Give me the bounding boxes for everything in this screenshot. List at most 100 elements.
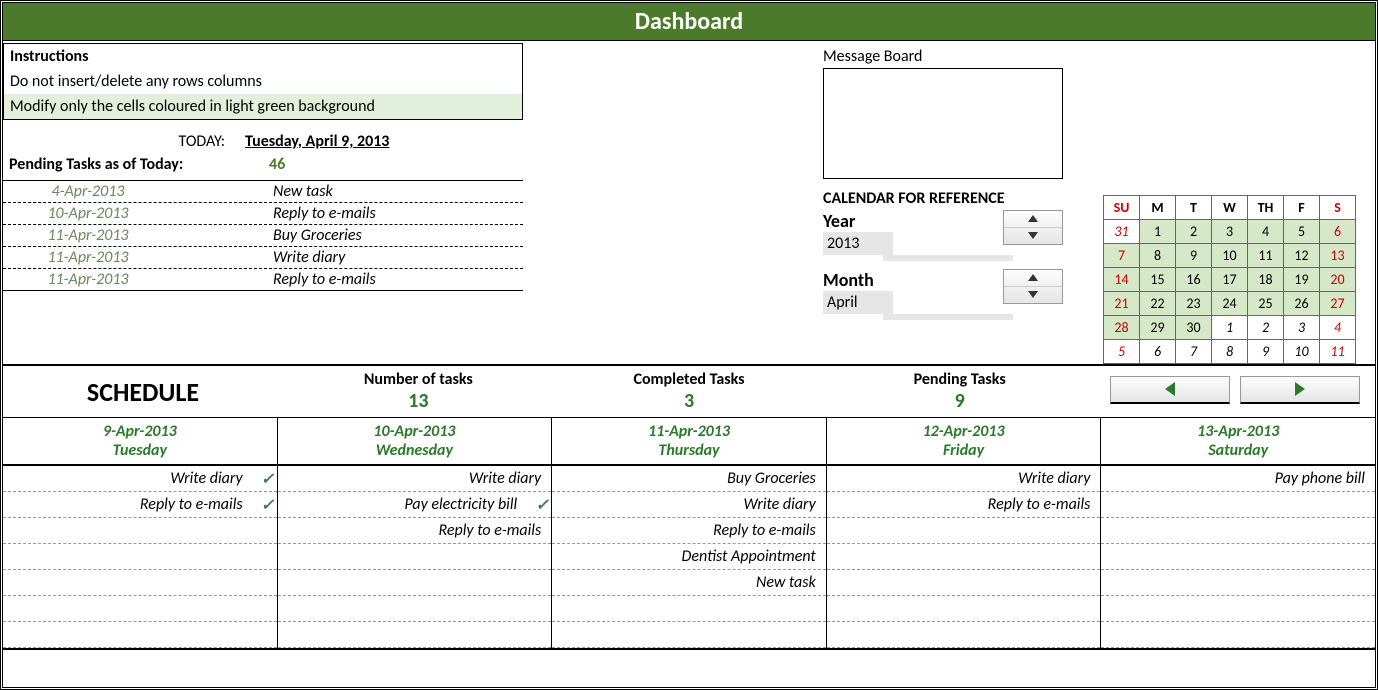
schedule-task-slot[interactable]: [1101, 544, 1375, 570]
calendar-day-cell[interactable]: 30: [1176, 316, 1212, 340]
calendar-dow-header: S: [1320, 196, 1356, 220]
schedule-prev-button[interactable]: [1110, 376, 1230, 404]
calendar-day-cell[interactable]: 29: [1140, 316, 1176, 340]
schedule-task-slot[interactable]: [827, 596, 1101, 622]
calendar-day-cell[interactable]: 5: [1104, 340, 1140, 364]
schedule-task-slot[interactable]: [3, 518, 277, 544]
calendar-day-cell[interactable]: 27: [1320, 292, 1356, 316]
schedule-task-slot[interactable]: Pay electricity bill✓: [278, 492, 552, 518]
schedule-task-slot[interactable]: [827, 622, 1101, 648]
schedule-task-slot[interactable]: Reply to e-mails: [552, 518, 826, 544]
calendar-day-cell[interactable]: 21: [1104, 292, 1140, 316]
schedule-task-slot[interactable]: Dentist Appointment: [552, 544, 826, 570]
calendar-day-cell[interactable]: 9: [1248, 340, 1284, 364]
pending-task-row: 11-Apr-2013Buy Groceries: [3, 225, 523, 247]
calendar-day-cell[interactable]: 9: [1176, 244, 1212, 268]
schedule-task-slot[interactable]: Buy Groceries: [552, 466, 826, 492]
schedule-task-slot[interactable]: [827, 518, 1101, 544]
schedule-task-slot[interactable]: [1101, 518, 1375, 544]
calendar-day-cell[interactable]: 17: [1212, 268, 1248, 292]
calendar-day-cell[interactable]: 10: [1212, 244, 1248, 268]
month-up-button[interactable]: [1004, 270, 1062, 287]
calendar-day-cell[interactable]: 22: [1140, 292, 1176, 316]
calendar-day-cell[interactable]: 23: [1176, 292, 1212, 316]
calendar-day-cell[interactable]: 20: [1320, 268, 1356, 292]
calendar-day-cell[interactable]: 8: [1140, 244, 1176, 268]
schedule-task-slot[interactable]: [3, 622, 277, 648]
month-spinner[interactable]: [1003, 269, 1063, 304]
calendar-day-cell[interactable]: 19: [1284, 268, 1320, 292]
schedule-task-slot[interactable]: [1101, 596, 1375, 622]
calendar-day-cell[interactable]: 2: [1248, 316, 1284, 340]
month-value[interactable]: April: [823, 291, 893, 314]
calendar-day-cell[interactable]: 13: [1320, 244, 1356, 268]
pending-task-row: 10-Apr-2013Reply to e-mails: [3, 203, 523, 225]
calendar-day-cell[interactable]: 2: [1176, 220, 1212, 244]
calendar-day-cell[interactable]: 7: [1104, 244, 1140, 268]
calendar-day-cell[interactable]: 6: [1140, 340, 1176, 364]
calendar-day-cell[interactable]: 8: [1212, 340, 1248, 364]
year-up-button[interactable]: [1004, 211, 1062, 228]
schedule-task-slot[interactable]: [552, 622, 826, 648]
schedule-task-slot[interactable]: [1101, 622, 1375, 648]
schedule-task-slot[interactable]: Pay phone bill: [1101, 466, 1375, 492]
task-date: 10-Apr-2013: [3, 204, 173, 223]
calendar-day-cell[interactable]: 12: [1284, 244, 1320, 268]
schedule-task-slot[interactable]: [1101, 570, 1375, 596]
year-down-button[interactable]: [1004, 228, 1062, 244]
schedule-task-slot[interactable]: [827, 570, 1101, 596]
month-label: Month: [823, 269, 883, 291]
message-board[interactable]: [823, 69, 1063, 179]
schedule-task-slot[interactable]: [3, 596, 277, 622]
dashboard-title: Dashboard: [3, 3, 1375, 41]
schedule-task-slot[interactable]: Write diary✓: [3, 466, 277, 492]
calendar-day-cell[interactable]: 25: [1248, 292, 1284, 316]
schedule-task-slot[interactable]: Write diary: [827, 466, 1101, 492]
schedule-task-slot[interactable]: New task: [552, 570, 826, 596]
schedule-task-slot[interactable]: Write diary: [552, 492, 826, 518]
schedule-task-slot[interactable]: [1101, 492, 1375, 518]
calendar-day-cell[interactable]: 4: [1248, 220, 1284, 244]
calendar-day-cell[interactable]: 11: [1248, 244, 1284, 268]
calendar-day-cell[interactable]: 6: [1320, 220, 1356, 244]
schedule-task-text: Reply to e-mails: [713, 521, 816, 540]
schedule-task-slot[interactable]: Reply to e-mails: [278, 518, 552, 544]
schedule-day-date: 11-Apr-2013: [648, 422, 730, 441]
calendar-day-cell[interactable]: 7: [1176, 340, 1212, 364]
schedule-day-dow: Saturday: [1101, 441, 1375, 460]
schedule-task-slot[interactable]: [278, 544, 552, 570]
schedule-day-column: 9-Apr-2013TuesdayWrite diary✓Reply to e-…: [3, 418, 278, 648]
schedule-task-slot[interactable]: Reply to e-mails: [827, 492, 1101, 518]
schedule-task-slot[interactable]: [552, 596, 826, 622]
calendar-day-cell[interactable]: 24: [1212, 292, 1248, 316]
calendar-day-cell[interactable]: 18: [1248, 268, 1284, 292]
calendar-day-cell[interactable]: 26: [1284, 292, 1320, 316]
year-value[interactable]: 2013: [823, 232, 893, 255]
calendar-day-cell[interactable]: 14: [1104, 268, 1140, 292]
schedule-task-slot[interactable]: [278, 570, 552, 596]
schedule-task-slot[interactable]: Reply to e-mails✓: [3, 492, 277, 518]
schedule-next-button[interactable]: [1240, 376, 1360, 404]
calendar-day-cell[interactable]: 11: [1320, 340, 1356, 364]
calendar-day-cell[interactable]: 5: [1284, 220, 1320, 244]
calendar-day-cell[interactable]: 1: [1140, 220, 1176, 244]
calendar-day-cell[interactable]: 4: [1320, 316, 1356, 340]
year-spinner[interactable]: [1003, 210, 1063, 245]
schedule-task-slot[interactable]: [278, 596, 552, 622]
calendar-day-cell[interactable]: 3: [1212, 220, 1248, 244]
month-down-button[interactable]: [1004, 287, 1062, 303]
schedule-task-slot[interactable]: [3, 570, 277, 596]
calendar-day-cell[interactable]: 15: [1140, 268, 1176, 292]
calendar-day-cell[interactable]: 3: [1284, 316, 1320, 340]
calendar-day-cell[interactable]: 1: [1212, 316, 1248, 340]
schedule-task-slot[interactable]: [827, 544, 1101, 570]
schedule-task-slot[interactable]: [278, 622, 552, 648]
num-tasks-label: Number of tasks: [283, 370, 554, 389]
calendar-dow-header: M: [1140, 196, 1176, 220]
calendar-day-cell[interactable]: 28: [1104, 316, 1140, 340]
schedule-task-slot[interactable]: [3, 544, 277, 570]
schedule-task-slot[interactable]: Write diary: [278, 466, 552, 492]
calendar-day-cell[interactable]: 10: [1284, 340, 1320, 364]
calendar-day-cell[interactable]: 31: [1104, 220, 1140, 244]
calendar-day-cell[interactable]: 16: [1176, 268, 1212, 292]
